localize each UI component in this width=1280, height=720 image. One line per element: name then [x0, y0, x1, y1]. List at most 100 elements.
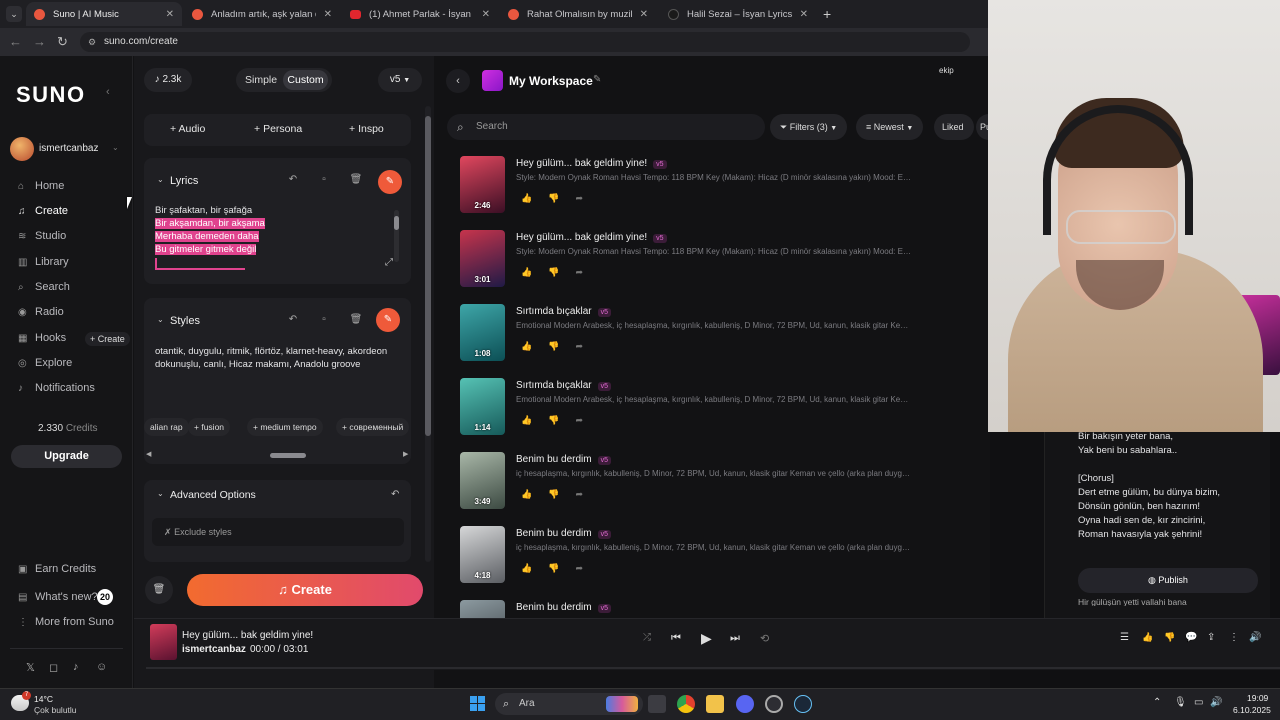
- thumbs-up-icon[interactable]: 👍: [521, 489, 548, 499]
- lyrics-scrollbar[interactable]: [394, 210, 399, 262]
- url-field[interactable]: ⚙ suno.com/create: [80, 32, 970, 52]
- song-row[interactable]: 2:46 Hey gülüm... bak geldim yine! v5 Sty…: [447, 152, 967, 226]
- weather-temperature[interactable]: 14°C: [34, 694, 53, 704]
- sidebar-item-home[interactable]: ⌂ Home: [18, 180, 64, 192]
- song-row[interactable]: 4:18 Benim bu derdim v5 iç hesaplaşma, kı…: [447, 522, 967, 596]
- style-tag[interactable]: alian rap: [144, 418, 189, 436]
- now-playing-title[interactable]: Hey gülüm... bak geldim yine!: [182, 630, 313, 641]
- tab-list-chevron-icon[interactable]: ⌄: [6, 6, 22, 22]
- windows-start-icon[interactable]: [470, 696, 485, 711]
- caret-left-icon[interactable]: ◀: [146, 450, 151, 458]
- close-icon[interactable]: ✕: [800, 9, 808, 20]
- sidebar-item-studio[interactable]: ≋ Studio: [18, 230, 66, 242]
- song-cover[interactable]: [460, 600, 505, 618]
- clear-trash-button[interactable]: 🗑: [145, 576, 173, 604]
- song-row[interactable]: 3:01 Hey gülüm... bak geldim yine! v5 Sty…: [447, 226, 967, 300]
- steam-icon[interactable]: [794, 695, 812, 713]
- create-panel-scroll-thumb[interactable]: [425, 116, 431, 436]
- song-count-pill[interactable]: ♪ 2.3k: [144, 68, 192, 92]
- workspace-title[interactable]: My Workspace: [509, 74, 593, 88]
- chevron-down-icon[interactable]: ⌄: [112, 143, 119, 152]
- lyrics-line-selected[interactable]: Bir akşamdan, bir akşama: [155, 218, 265, 229]
- magic-wand-icon[interactable]: ✎: [376, 308, 400, 332]
- x-social-icon[interactable]: 𝕏: [26, 661, 35, 674]
- close-icon[interactable]: ✕: [482, 9, 490, 20]
- site-info-icon[interactable]: ⚙: [88, 32, 96, 52]
- upgrade-button[interactable]: Upgrade: [11, 445, 122, 468]
- thumbs-down-icon[interactable]: 👎: [548, 267, 575, 277]
- close-icon[interactable]: ✕: [640, 9, 648, 20]
- sidebar-item-radio[interactable]: ◉ Radio: [18, 306, 64, 318]
- microphone-icon[interactable]: 🎙: [1174, 697, 1187, 708]
- thumbs-up-icon[interactable]: 👍: [521, 563, 548, 573]
- song-title[interactable]: Benim bu derdim v5: [516, 602, 611, 613]
- more-from-suno-link[interactable]: ⋮ More from Suno: [18, 616, 114, 628]
- tags-horizontal-scrollbar[interactable]: ◀ ▶: [146, 450, 410, 458]
- sidebar-item-notifications[interactable]: ♪ Notifications: [18, 382, 95, 394]
- copy-icon[interactable]: ▫: [314, 170, 334, 190]
- song-row[interactable]: 3:49 Benim bu derdim v5 iç hesaplaşma, kı…: [447, 448, 967, 522]
- lyrics-line-selected[interactable]: Merhaba demeden daha: [155, 231, 259, 242]
- trash-icon[interactable]: 🗑: [346, 310, 366, 330]
- liked-filter-button[interactable]: Liked: [934, 114, 974, 140]
- song-cover[interactable]: 3:01: [460, 230, 505, 287]
- undo-icon[interactable]: ↶: [283, 310, 303, 330]
- mode-custom-tab[interactable]: Custom: [283, 70, 328, 90]
- song-row[interactable]: 1:08 Sırtımda bıçaklar v5 Emotional Moder…: [447, 300, 967, 374]
- search-highlight-icon[interactable]: [606, 696, 638, 712]
- comment-icon[interactable]: 💬: [1185, 632, 1197, 643]
- display-icon[interactable]: ▭: [1194, 697, 1203, 708]
- create-panel-scrollbar[interactable]: [425, 106, 431, 562]
- tab-5[interactable]: Halil Sezai – İsyan Lyrics | Geniu... ✕: [660, 2, 816, 26]
- song-row[interactable]: Benim bu derdim v5: [447, 596, 967, 618]
- share-icon[interactable]: ➦: [575, 267, 599, 277]
- clock-time[interactable]: 19:09: [1247, 693, 1268, 703]
- sidebar-item-create[interactable]: ♫ Create: [18, 205, 68, 217]
- caret-right-icon[interactable]: ▶: [403, 450, 408, 458]
- lyrics-line[interactable]: Bir şafaktan, bir şafağa: [155, 205, 252, 216]
- chrome-icon[interactable]: [677, 695, 695, 713]
- share-icon[interactable]: ⇪: [1207, 632, 1215, 643]
- now-playing-artist[interactable]: ismertcanbaz: [182, 644, 246, 655]
- style-tag[interactable]: + fusion: [188, 418, 231, 436]
- queue-icon[interactable]: ☰: [1120, 632, 1129, 643]
- collapse-sidebar-icon[interactable]: ‹: [106, 86, 110, 98]
- thumbs-up-icon[interactable]: 👍: [521, 341, 548, 351]
- publish-button[interactable]: ◍ Publish: [1078, 568, 1258, 593]
- play-icon[interactable]: ▶: [701, 630, 712, 647]
- thumbs-up-icon[interactable]: 👍: [521, 415, 548, 425]
- clock-date[interactable]: 6.10.2025: [1233, 705, 1271, 715]
- share-icon[interactable]: ➦: [575, 341, 599, 351]
- song-cover[interactable]: 4:18: [460, 526, 505, 583]
- thumbs-down-icon[interactable]: 👎: [548, 563, 575, 573]
- tab-2[interactable]: Anladım artık, aşk yalan dolan l... ✕: [184, 2, 340, 26]
- user-name[interactable]: ismertcanbaz: [39, 143, 98, 154]
- sidebar-item-hooks[interactable]: ▦ Hooks: [18, 332, 66, 344]
- magic-wand-icon[interactable]: ✎: [378, 170, 402, 194]
- tab-3[interactable]: (1) Ahmet Parlak - İsyan (Efkan... ✕: [342, 2, 498, 26]
- forward-arrow-icon[interactable]: →: [33, 34, 46, 49]
- tags-scroll-thumb[interactable]: [270, 453, 306, 458]
- sidebar-item-explore[interactable]: ◎ Explore: [18, 357, 72, 369]
- song-title[interactable]: Sırtımda bıçaklar v5: [516, 380, 611, 391]
- lyrics-scroll-thumb[interactable]: [394, 216, 399, 230]
- tiktok-icon[interactable]: ♪: [73, 661, 79, 673]
- chevron-down-icon[interactable]: ⌄: [157, 315, 164, 324]
- now-playing-cover[interactable]: [150, 624, 177, 660]
- volume-icon[interactable]: 🔊: [1210, 697, 1222, 708]
- song-title[interactable]: Sırtımda bıçaklar v5: [516, 306, 611, 317]
- progress-bar[interactable]: [146, 667, 1280, 669]
- mode-simple-tab[interactable]: Simple: [245, 74, 277, 86]
- tab-4[interactable]: Rahat Olmalısın by muzikicin12... ✕: [500, 2, 656, 26]
- user-avatar[interactable]: [10, 137, 34, 161]
- add-persona-button[interactable]: + Persona: [254, 123, 302, 135]
- task-view-icon[interactable]: [648, 695, 666, 713]
- thumbs-down-icon[interactable]: 👎: [548, 341, 575, 351]
- exclude-styles-field[interactable]: ✗ Exclude styles: [152, 518, 404, 546]
- back-arrow-icon[interactable]: ←: [9, 34, 22, 49]
- sidebar-item-library[interactable]: ▥ Library: [18, 256, 69, 268]
- style-tag[interactable]: + современный: [336, 418, 410, 436]
- close-icon[interactable]: ✕: [324, 9, 332, 20]
- add-audio-button[interactable]: + Audio: [170, 123, 205, 135]
- song-cover[interactable]: 3:49: [460, 452, 505, 509]
